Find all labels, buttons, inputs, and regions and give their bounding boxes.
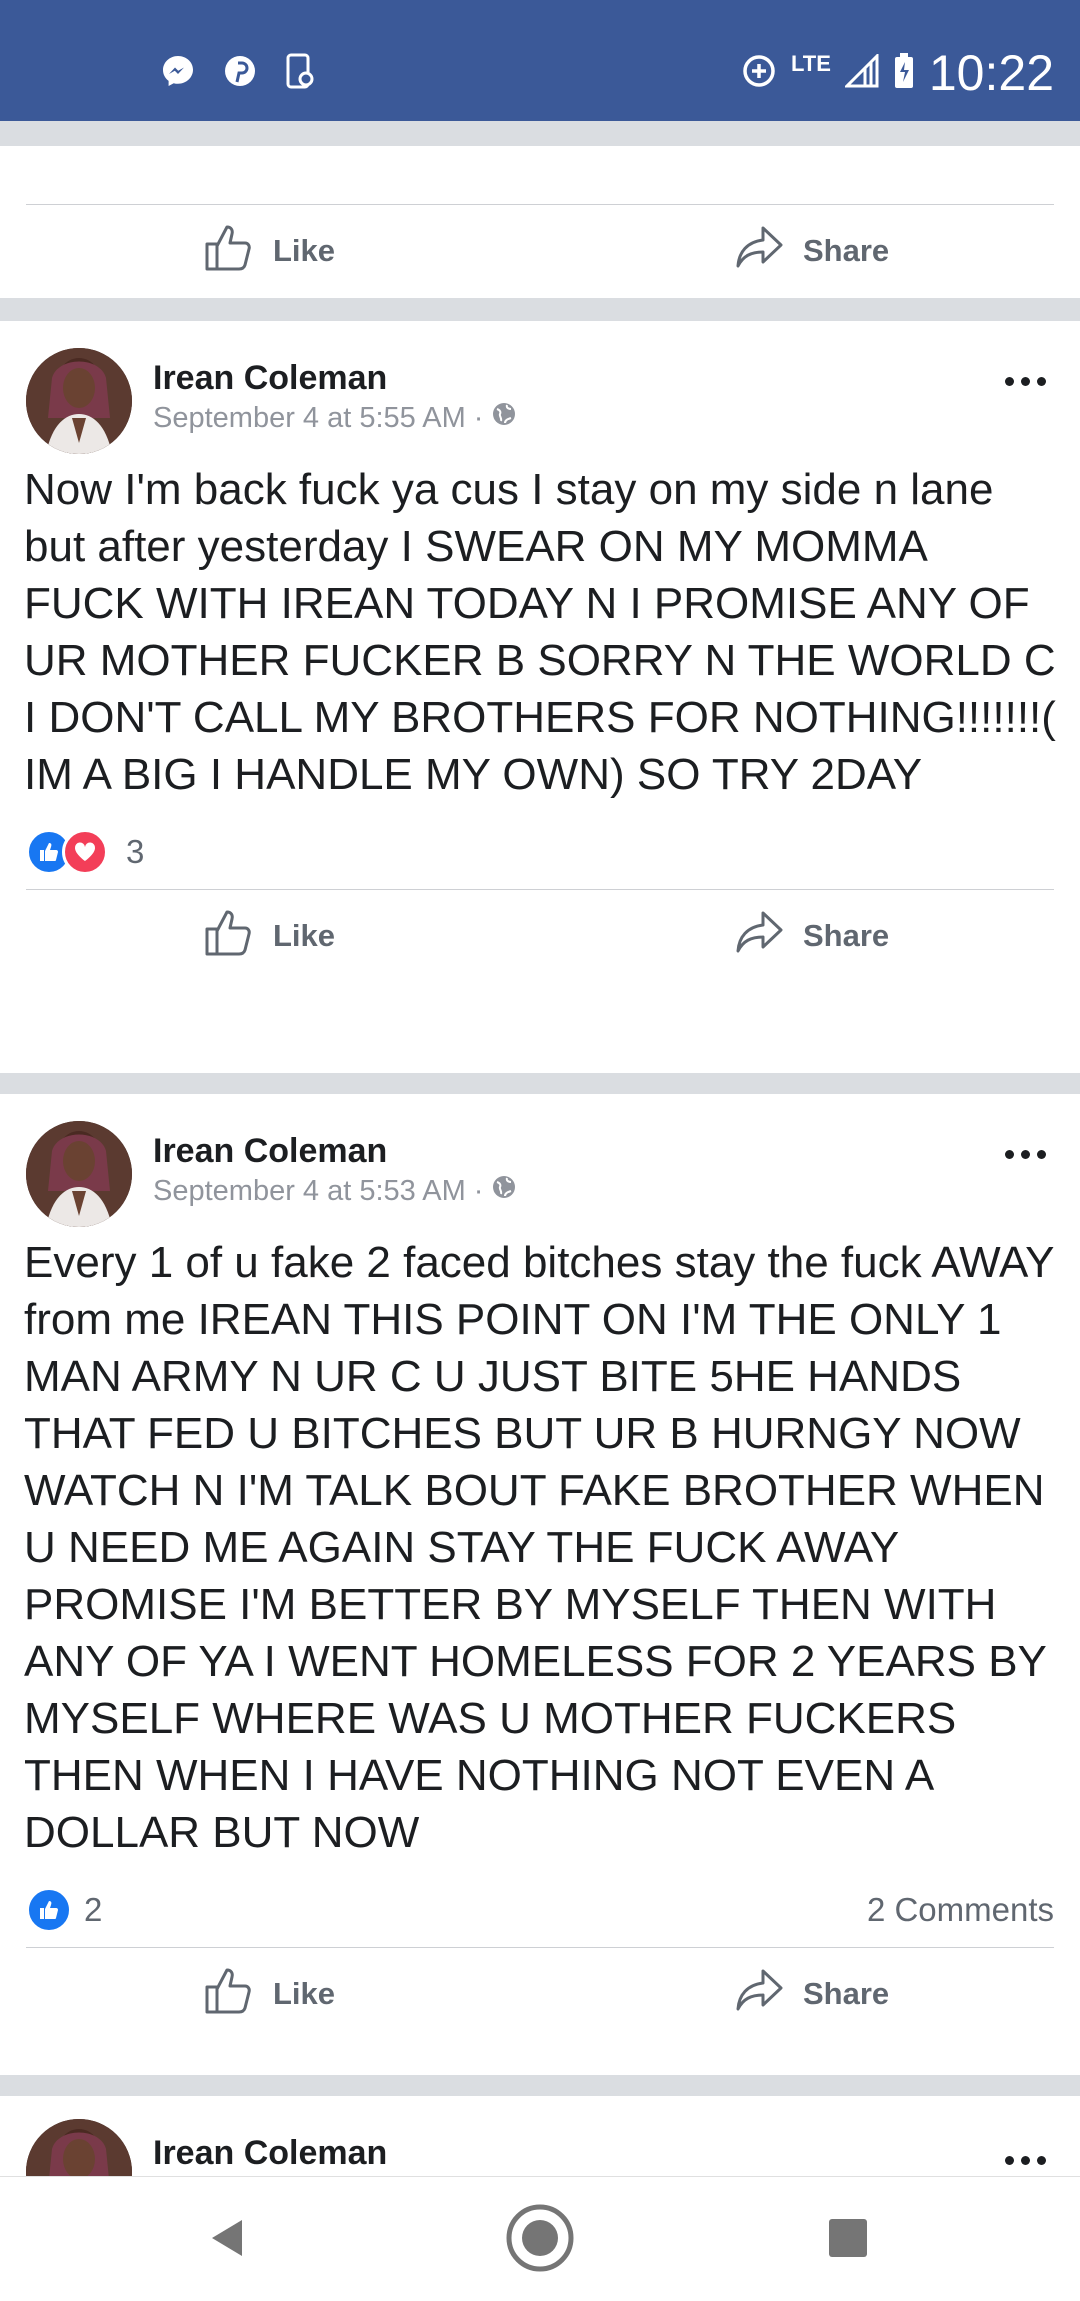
share-arrow-icon bbox=[735, 1967, 785, 2021]
timestamp[interactable]: September 4 at 5:55 AM bbox=[153, 402, 466, 435]
like-button[interactable]: Like bbox=[203, 890, 335, 982]
action-bar: Like Share bbox=[0, 1948, 1080, 2040]
post-meta: September 4 at 5:55 AM · bbox=[153, 401, 517, 435]
clock: 10:22 bbox=[928, 45, 1054, 101]
like-label: Like bbox=[273, 1976, 336, 2011]
network-type: LTE bbox=[790, 51, 831, 76]
comments-count-link[interactable]: 2 Comments bbox=[867, 1891, 1054, 1929]
separator-dot: · bbox=[473, 1174, 484, 1207]
avatar[interactable] bbox=[26, 348, 132, 454]
reactions-row[interactable]: 3 bbox=[0, 803, 1080, 889]
globe-icon bbox=[491, 1174, 517, 1208]
like-button[interactable]: Like bbox=[203, 1948, 335, 2040]
recents-icon[interactable] bbox=[813, 2203, 883, 2273]
reaction-count: 2 bbox=[84, 1891, 103, 1928]
pinterest-icon bbox=[222, 53, 258, 94]
share-label: Share bbox=[803, 233, 890, 268]
phone-screen-icon bbox=[284, 52, 316, 95]
like-button[interactable]: Like bbox=[203, 205, 335, 297]
like-label: Like bbox=[273, 918, 336, 953]
separator-dot: · bbox=[473, 401, 484, 434]
post-meta: September 4 at 5:53 AM · bbox=[153, 1174, 517, 1208]
back-icon[interactable] bbox=[193, 2203, 263, 2273]
timestamp[interactable]: September 4 at 5:53 AM bbox=[153, 1175, 466, 1208]
post-card: Irean Coleman bbox=[0, 2096, 1080, 2176]
status-bar: LTE 10:22 bbox=[0, 0, 1080, 121]
thumbs-up-icon bbox=[203, 907, 255, 965]
post-card-previous: Like Share bbox=[0, 146, 1080, 298]
author-name[interactable]: Irean Coleman bbox=[153, 2134, 387, 2173]
author-name[interactable]: Irean Coleman bbox=[153, 359, 387, 398]
post-header: Irean Coleman September 4 at 5:53 AM · bbox=[0, 1094, 1080, 1227]
author-name[interactable]: Irean Coleman bbox=[153, 1132, 387, 1171]
more-options-button[interactable] bbox=[1005, 2156, 1046, 2165]
home-icon[interactable] bbox=[505, 2203, 575, 2273]
avatar[interactable] bbox=[26, 1121, 132, 1227]
love-reaction-icon bbox=[62, 829, 108, 875]
signal-icon bbox=[843, 51, 879, 93]
share-arrow-icon bbox=[735, 224, 785, 278]
data-saver-icon bbox=[741, 53, 777, 94]
avatar[interactable] bbox=[26, 2119, 132, 2176]
reactions-row[interactable]: 2 2 Comments bbox=[0, 1861, 1080, 1947]
reaction-count: 3 bbox=[126, 833, 145, 870]
post-text: Every 1 of u fake 2 faced bitches stay t… bbox=[24, 1238, 1054, 1857]
navigation-bar bbox=[0, 2176, 1080, 2301]
post-header: Irean Coleman bbox=[0, 2096, 1080, 2176]
post-card: Irean Coleman September 4 at 5:53 AM · E… bbox=[0, 1094, 1080, 2075]
more-options-button[interactable] bbox=[1005, 377, 1046, 386]
share-label: Share bbox=[803, 1976, 890, 2011]
thumbs-up-icon bbox=[203, 1965, 255, 2023]
action-bar: Like Share bbox=[0, 205, 1080, 297]
share-arrow-icon bbox=[735, 909, 785, 963]
more-options-button[interactable] bbox=[1005, 1150, 1046, 1159]
post-text: Now I'm back fuck ya cus I stay on my si… bbox=[24, 465, 1056, 799]
action-bar: Like Share bbox=[0, 890, 1080, 982]
post-header: Irean Coleman September 4 at 5:55 AM · bbox=[0, 321, 1080, 454]
like-label: Like bbox=[273, 233, 336, 268]
post-card: Irean Coleman September 4 at 5:55 AM · N… bbox=[0, 321, 1080, 1073]
thumbs-up-icon bbox=[203, 222, 255, 280]
battery-icon bbox=[893, 52, 915, 95]
share-label: Share bbox=[803, 918, 890, 953]
share-button[interactable]: Share bbox=[735, 205, 889, 297]
share-button[interactable]: Share bbox=[735, 1948, 889, 2040]
share-button[interactable]: Share bbox=[735, 890, 889, 982]
messenger-icon bbox=[160, 53, 196, 94]
globe-icon bbox=[491, 401, 517, 435]
like-reaction-icon bbox=[26, 1887, 72, 1933]
